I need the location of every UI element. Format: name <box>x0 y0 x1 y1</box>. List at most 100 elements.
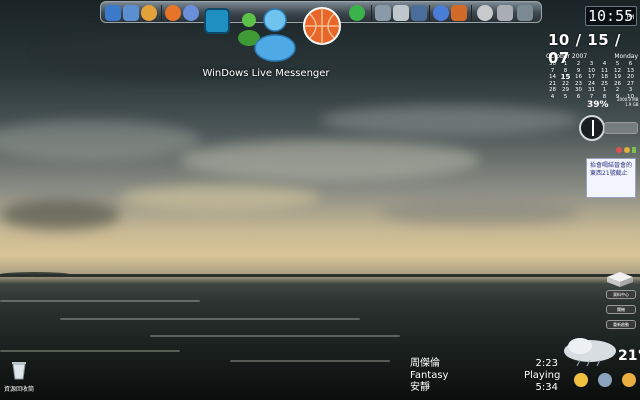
calendar-day[interactable]: 5 <box>611 61 624 68</box>
drive-icon[interactable] <box>411 5 427 21</box>
clock-ampm: PM <box>626 14 634 21</box>
google-icon[interactable] <box>183 5 199 21</box>
calendar-day[interactable]: 30 <box>572 87 585 94</box>
calendar-day[interactable]: 12 <box>611 68 624 75</box>
calendar-day[interactable]: 27 <box>624 81 637 88</box>
cloud <box>180 140 480 180</box>
gauge-bar <box>604 122 638 134</box>
cpu-percent: 39% <box>587 100 609 110</box>
gauge-needle <box>592 120 594 136</box>
sticky-note[interactable]: 抬會喝結晉會的東西21號截止 <box>586 158 636 198</box>
media-player-icon[interactable] <box>433 5 449 21</box>
calendar-day[interactable]: 6 <box>572 94 585 101</box>
restart-button[interactable]: 重新啟動 <box>606 320 636 329</box>
sun-icon <box>574 373 588 387</box>
calendar-day[interactable]: 6 <box>624 61 637 68</box>
firefox-icon[interactable] <box>165 5 181 21</box>
calendar-grid: 30 1 2 3 4 5 6 7 8 9 10 11 12 13 14 15 16 17 18 19 20 21 22 23 2… <box>546 61 638 101</box>
device-icon[interactable] <box>393 5 409 21</box>
playback-status: 2:23 Playing 5:34 <box>524 358 561 394</box>
calendar-day[interactable]: 16 <box>572 74 585 81</box>
memory-readout: 2000.0 MB 1.9 GB <box>617 97 638 107</box>
calendar-day[interactable]: 15 <box>559 74 572 81</box>
track-artist: 周傑倫 <box>410 358 440 369</box>
media-ball-icon[interactable] <box>302 6 342 46</box>
cube-icon <box>607 272 633 287</box>
current-temperature: 21° <box>618 348 640 364</box>
calendar-day[interactable]: 23 <box>572 81 585 88</box>
memory-2: 1.9 GB <box>624 102 639 107</box>
calendar-day[interactable]: 18 <box>598 74 611 81</box>
note-toolbar <box>586 147 636 154</box>
folder-icon[interactable] <box>517 5 533 21</box>
calendar-day[interactable]: 29 <box>559 87 572 94</box>
calendar-day[interactable]: 2 <box>572 61 585 68</box>
calendar-day[interactable]: 19 <box>611 74 624 81</box>
xfire-icon[interactable] <box>204 8 230 34</box>
elapsed-time: 2:23 <box>535 358 558 369</box>
download-icon[interactable] <box>349 5 365 21</box>
wave <box>60 318 360 320</box>
messenger-icon[interactable] <box>252 6 298 62</box>
calendar-day[interactable]: 13 <box>624 68 637 75</box>
calendar-day[interactable]: 10 <box>585 68 598 75</box>
calendar-day[interactable]: 17 <box>585 74 598 81</box>
calendar-day[interactable]: 5 <box>559 94 572 101</box>
calendar-day[interactable]: 2 <box>611 87 624 94</box>
calendar-day[interactable]: 21 <box>546 81 559 88</box>
calendar-day[interactable]: 1 <box>559 61 572 68</box>
calendar-day[interactable]: 9 <box>572 68 585 75</box>
calendar-day[interactable]: 3 <box>624 87 637 94</box>
calendar-day[interactable]: 30 <box>546 61 559 68</box>
wave <box>0 300 200 302</box>
rain-cloud-icon <box>564 338 616 366</box>
cloud <box>0 120 200 160</box>
cloud <box>320 105 580 135</box>
calendar-day[interactable]: 4 <box>598 61 611 68</box>
calendar-day[interactable]: 1 <box>598 87 611 94</box>
calendar-day[interactable]: 14 <box>546 74 559 81</box>
calendar-month: October 2007 <box>546 53 588 60</box>
trash-icon[interactable] <box>497 5 513 21</box>
dock-separator <box>471 5 472 21</box>
calendar-weekday: Monday <box>614 53 638 60</box>
recycle-bin-icon <box>12 362 26 380</box>
calendar-day[interactable]: 31 <box>585 87 598 94</box>
wave <box>150 335 400 337</box>
minimize-icon[interactable] <box>624 147 630 153</box>
calendar-day[interactable]: 4 <box>546 94 559 101</box>
shutdown-button[interactable]: 關機 <box>606 305 636 314</box>
calendar-day[interactable]: 25 <box>598 81 611 88</box>
desktop-wallpaper <box>0 0 640 400</box>
wave <box>0 350 180 352</box>
play-status: Playing <box>524 370 561 381</box>
meter-gauge <box>579 115 605 141</box>
info-icon[interactable] <box>141 5 157 21</box>
track-title: 安靜 <box>410 382 430 393</box>
calendar-day[interactable]: 28 <box>546 87 559 94</box>
close-icon[interactable] <box>616 147 622 153</box>
now-playing: 周傑倫 Fantasy 安靜 <box>410 358 448 394</box>
horizon <box>0 274 640 277</box>
calendar-day[interactable]: 20 <box>624 74 637 81</box>
calendar-day[interactable]: 11 <box>598 68 611 75</box>
mail-icon[interactable] <box>123 5 139 21</box>
calendar-day[interactable]: 3 <box>585 61 598 68</box>
digital-clock: 10:55 PM <box>585 6 637 26</box>
data-center-button[interactable]: 資料中心 <box>606 290 636 299</box>
document-icon[interactable] <box>375 5 391 21</box>
recycle-bin-label: 資源回收筒 <box>4 386 35 393</box>
shortcut-buttons: 資料中心 關機 重新啟動 <box>604 290 638 335</box>
calendar-day[interactable]: 7 <box>546 68 559 75</box>
recycle-bin[interactable]: 資源回收筒 <box>4 360 34 393</box>
computer-icon[interactable] <box>105 5 121 21</box>
play-icon[interactable] <box>451 5 467 21</box>
track-album: Fantasy <box>410 370 449 381</box>
cloud <box>380 200 580 225</box>
calendar-day[interactable]: 22 <box>559 81 572 88</box>
dock-separator <box>429 5 430 21</box>
calendar-day[interactable]: 24 <box>585 81 598 88</box>
calendar-day[interactable]: 26 <box>611 81 624 88</box>
add-icon[interactable] <box>632 147 636 153</box>
settings-icon[interactable] <box>477 5 493 21</box>
